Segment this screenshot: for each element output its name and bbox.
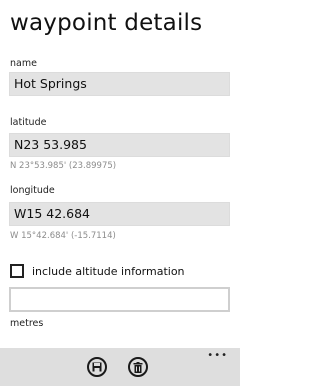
altitude-checkbox-label: include altitude information	[32, 264, 185, 278]
app-bar: •••	[0, 348, 240, 386]
altitude-unit-label: metres	[10, 318, 44, 329]
name-label: name	[10, 58, 37, 69]
latitude-converted: N 23°53.985' (23.89975)	[10, 161, 117, 171]
delete-button[interactable]	[128, 357, 148, 377]
longitude-field[interactable]: W15 42.684	[9, 202, 230, 226]
waypoint-details-page: waypoint details name Hot Springs latitu…	[0, 0, 240, 386]
latitude-label: latitude	[10, 117, 47, 128]
save-icon	[92, 362, 102, 372]
latitude-field[interactable]: N23 53.985	[9, 133, 230, 157]
longitude-label: longitude	[10, 185, 55, 196]
page-title: waypoint details	[10, 10, 203, 36]
more-menu-button[interactable]: •••	[207, 351, 228, 361]
altitude-checkbox[interactable]	[10, 264, 24, 278]
save-button[interactable]	[87, 357, 107, 377]
altitude-field[interactable]	[9, 287, 230, 312]
name-field[interactable]: Hot Springs	[9, 72, 230, 96]
delete-icon	[133, 361, 143, 373]
altitude-checkbox-row[interactable]: include altitude information	[10, 262, 185, 280]
longitude-converted: W 15°42.684' (-15.7114)	[10, 231, 116, 241]
